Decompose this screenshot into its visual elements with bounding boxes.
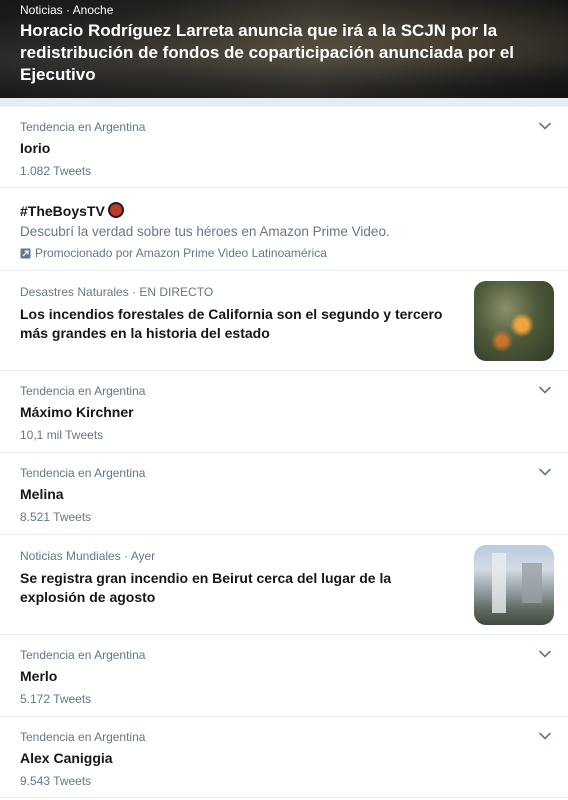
trend-name: Melina bbox=[20, 486, 64, 502]
promoted-trend-item[interactable]: #TheBoysTV Descubrí la verdad sobre tus … bbox=[0, 188, 568, 271]
the-boys-emoji-icon bbox=[107, 202, 124, 218]
featured-news-meta: Noticias · Anoche bbox=[20, 3, 114, 17]
chevron-down-icon[interactable] bbox=[538, 465, 552, 479]
trend-context: Tendencia en Argentina bbox=[20, 120, 146, 134]
news-item[interactable]: Noticias Mundiales · Ayer Se registra gr… bbox=[0, 535, 568, 635]
news-title: Se registra gran incendio en Beirut cerc… bbox=[20, 570, 392, 605]
trend-name: Alex Caniggia bbox=[20, 750, 113, 766]
promoted-hashtag: #TheBoysTV bbox=[20, 203, 105, 219]
chevron-down-icon[interactable] bbox=[538, 647, 552, 661]
trend-count: 10,1 mil Tweets bbox=[20, 428, 104, 442]
promoted-icon bbox=[20, 248, 31, 259]
news-title: Los incendios forestales de California s… bbox=[20, 306, 443, 341]
trend-item[interactable]: Tendencia en Argentina Merlo 5.172 Tweet… bbox=[0, 635, 568, 717]
trend-item[interactable]: Tendencia en Argentina Melina 8.521 Twee… bbox=[0, 453, 568, 535]
featured-news-title: Horacio Rodríguez Larreta anuncia que ir… bbox=[20, 21, 515, 84]
trend-name: Merlo bbox=[20, 668, 58, 684]
trend-count: 8.521 Tweets bbox=[20, 510, 92, 524]
trend-item[interactable]: Tendencia en Argentina Alex Caniggia 9.5… bbox=[0, 717, 568, 798]
chevron-down-icon[interactable] bbox=[538, 729, 552, 743]
trend-count: 5.172 Tweets bbox=[20, 692, 92, 706]
trend-count: 1.082 Tweets bbox=[20, 164, 92, 178]
news-thumbnail-image bbox=[474, 281, 554, 361]
chevron-down-icon[interactable] bbox=[538, 383, 552, 397]
promoted-description: Descubrí la verdad sobre tus héroes en A… bbox=[20, 224, 390, 239]
news-thumbnail-image bbox=[474, 545, 554, 625]
news-context: Noticias Mundiales · Ayer bbox=[20, 549, 156, 563]
section-divider bbox=[0, 98, 568, 107]
trend-context: Tendencia en Argentina bbox=[20, 384, 146, 398]
trend-context: Tendencia en Argentina bbox=[20, 466, 146, 480]
trend-item[interactable]: Tendencia en Argentina Iorio 1.082 Tweet… bbox=[0, 107, 568, 188]
news-context: Desastres Naturales · EN DIRECTO bbox=[20, 285, 214, 299]
trend-context: Tendencia en Argentina bbox=[20, 648, 146, 662]
featured-news-card[interactable]: Noticias · Anoche Horacio Rodríguez Larr… bbox=[0, 0, 568, 98]
news-item[interactable]: Desastres Naturales · EN DIRECTO Los inc… bbox=[0, 271, 568, 371]
trend-name: Máximo Kirchner bbox=[20, 404, 134, 420]
trend-context: Tendencia en Argentina bbox=[20, 730, 146, 744]
trend-name: Iorio bbox=[20, 140, 51, 156]
trend-item[interactable]: Tendencia en Argentina Máximo Kirchner 1… bbox=[0, 371, 568, 453]
chevron-down-icon[interactable] bbox=[538, 119, 552, 133]
promoted-by-label: Promocionado por Amazon Prime Video Lati… bbox=[35, 246, 327, 260]
trend-count: 9.543 Tweets bbox=[20, 774, 92, 788]
